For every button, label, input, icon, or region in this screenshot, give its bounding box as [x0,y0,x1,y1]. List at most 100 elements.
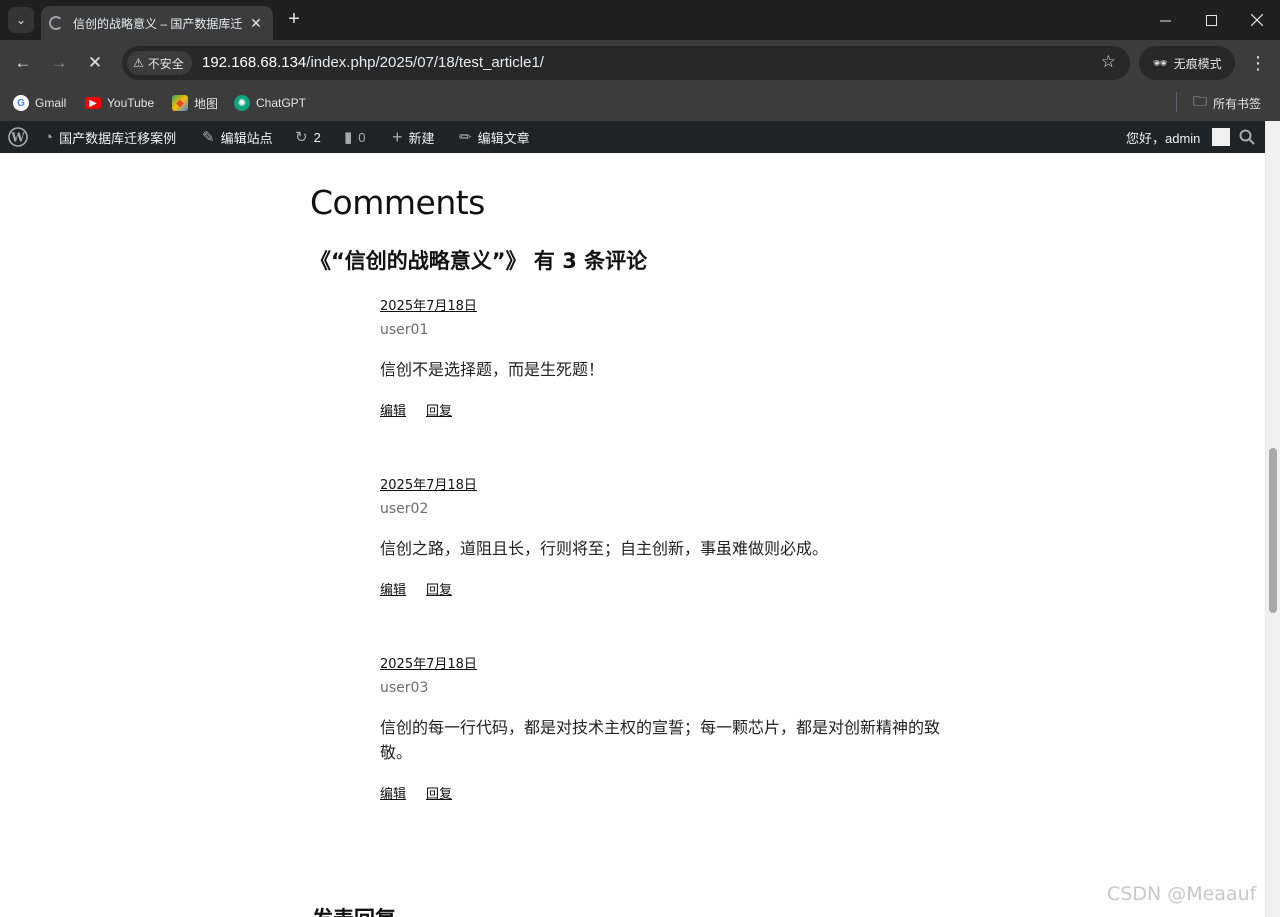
minimize-button[interactable] [1142,0,1188,40]
incognito-icon: 🕶 [1152,56,1168,70]
tab-search-button[interactable]: ⌄ [8,7,34,33]
comment-item: 2025年7月18日 user03 信创的每一行代码，都是对技术主权的宣誓；每一… [380,653,960,802]
admin-edit-post[interactable]: ✏ 编辑文章 [459,121,530,153]
edit-post-label: 编辑文章 [477,130,530,146]
stop-icon: ✕ [87,53,103,72]
wp-logo-button[interactable]: W [8,121,28,153]
maximize-button[interactable] [1188,0,1234,40]
all-bookmarks-button[interactable]: 🗀 所有书签 [1193,93,1261,113]
tab-close-icon[interactable]: ✕ [247,15,265,32]
comment-author: user02 [380,501,429,517]
comment-item: 2025年7月18日 user01 信创不是选择题，而是生死题！ 编辑 回复 [380,295,960,419]
close-window-button[interactable] [1234,0,1280,40]
comments-heading: Comments [310,183,485,222]
comment-actions: 编辑 回复 [380,579,960,598]
minimize-icon [1159,20,1171,21]
comment-edit-link[interactable]: 编辑 [380,783,406,802]
bookmark-maps[interactable]: ◆ 地图 [172,93,218,113]
wordpress-icon: W [8,127,28,147]
warning-icon: ⚠ [133,56,144,70]
bookmark-label: ChatGPT [256,96,307,110]
comment-actions: 编辑 回复 [380,400,960,419]
page-content: Comments 《“信创的战略意义”》 有 3 条评论 2025年7月18日 … [0,153,1265,917]
scrollbar-thumb[interactable] [1269,448,1277,613]
url-path: /index.php/2025/07/18/test_article1/ [306,54,544,71]
comment-item: 2025年7月18日 user02 信创之路，道阻且长，行则将至；自主创新，事虽… [380,474,960,598]
comment-reply-link[interactable]: 回复 [426,579,452,598]
active-tab[interactable]: 信创的战略意义 – 国产数据库迁 ✕ [41,6,273,40]
comments-count: 0 [358,129,366,145]
maps-icon: ◆ [172,95,188,111]
loading-spinner-icon [49,16,63,30]
comment-date-link[interactable]: 2025年7月18日 [380,474,960,493]
comments-count-heading: 《“信创的战略意义”》 有 3 条评论 [310,249,648,273]
page-scrollbar[interactable] [1265,121,1280,917]
admin-site-name[interactable]: ◔ 国产数据库迁移案例 [44,121,176,153]
admin-new-content[interactable]: + 新建 [392,121,435,153]
browser-menu-button[interactable]: ⋮ [1246,49,1270,77]
back-button[interactable]: ← [9,49,37,77]
gmail-icon: G [13,95,29,111]
paintbrush-icon: ✎ [202,129,215,146]
comment-actions: 编辑 回复 [380,783,960,802]
comment-text: 信创不是选择题，而是生死题！ [380,360,605,379]
new-tab-button[interactable]: + [283,8,305,30]
arrow-right-icon: → [50,53,68,72]
plus-icon: + [392,126,403,147]
chevron-down-icon: ⌄ [15,13,27,27]
wp-admin-bar: W ◔ 国产数据库迁移案例 ✎ 编辑站点 ↻ 2 ▮ 0 + 新建 ✏ 编辑文章… [0,121,1265,153]
reply-heading: 发表回复 [312,903,396,917]
admin-comments[interactable]: ▮ 0 [344,121,366,153]
admin-updates[interactable]: ↻ 2 [295,121,321,153]
chatgpt-icon: ✺ [234,95,250,111]
dashboard-icon: ◔ [44,128,54,146]
updates-icon: ↻ [295,129,308,146]
comment-edit-link[interactable]: 编辑 [380,579,406,598]
all-bookmarks-label: 所有书签 [1213,96,1262,111]
forward-button[interactable]: → [45,49,73,77]
svg-text:W: W [10,131,25,145]
browser-toolbar: ← → ✕ ⚠ 不安全 192.168.68.134/index.php/202… [0,40,1280,86]
maximize-icon [1205,14,1217,26]
bookmark-gmail[interactable]: G Gmail [13,93,66,113]
admin-customize[interactable]: ✎ 编辑站点 [202,121,273,153]
security-chip[interactable]: ⚠ 不安全 [127,51,192,75]
more-vert-icon: ⋮ [1249,53,1267,73]
security-label: 不安全 [147,56,184,71]
customize-label: 编辑站点 [220,130,273,146]
address-bar[interactable]: ⚠ 不安全 192.168.68.134/index.php/2025/07/1… [122,46,1130,80]
comment-reply-link[interactable]: 回复 [426,400,452,419]
bookmark-label: 地图 [194,96,219,111]
stop-loading-button[interactable]: ✕ [81,49,109,77]
admin-my-account[interactable]: 您好，admin [1126,121,1231,153]
bookmark-label: Gmail [35,96,67,110]
bookmark-youtube[interactable]: ▶ YouTube [85,93,154,113]
admin-search[interactable] [1239,121,1255,153]
close-icon [1251,14,1263,26]
bookmark-chatgpt[interactable]: ✺ ChatGPT [234,93,306,113]
avatar [1212,128,1231,146]
comment-text: 信创之路，道阻且长，行则将至；自主创新，事虽难做则必成。 [380,539,829,558]
url-text[interactable]: 192.168.68.134/index.php/2025/07/18/test… [202,54,544,71]
comment-bubble-icon: ▮ [344,129,353,146]
greeting-label: 您好，admin [1126,130,1201,146]
comment-reply-link[interactable]: 回复 [426,783,452,802]
comment-edit-link[interactable]: 编辑 [380,400,406,419]
comment-date-link[interactable]: 2025年7月18日 [380,295,960,314]
bookmark-star-icon[interactable]: ☆ [1101,52,1116,72]
folder-icon: 🗀 [1193,93,1207,109]
bookmarks-divider [1176,92,1177,112]
arrow-left-icon: ← [14,53,32,72]
url-host: 192.168.68.134 [202,54,307,71]
incognito-label: 无痕模式 [1173,56,1222,71]
search-icon [1239,129,1255,145]
bookmark-label: YouTube [107,96,155,110]
bookmarks-bar: G Gmail ▶ YouTube ◆ 地图 ✺ ChatGPT 🗀 所有书签 [0,86,1280,121]
pencil-icon: ✏ [459,129,472,146]
comment-text: 信创的每一行代码，都是对技术主权的宣誓；每一颗芯片，都是对创新精神的致敬。 [380,718,941,762]
watermark: CSDN @Meaauf [1107,883,1257,905]
comment-author: user01 [380,322,429,338]
incognito-button[interactable]: 🕶 无痕模式 [1139,46,1235,80]
comment-date-link[interactable]: 2025年7月18日 [380,653,960,672]
tab-title: 信创的战略意义 – 国产数据库迁 [73,16,243,31]
